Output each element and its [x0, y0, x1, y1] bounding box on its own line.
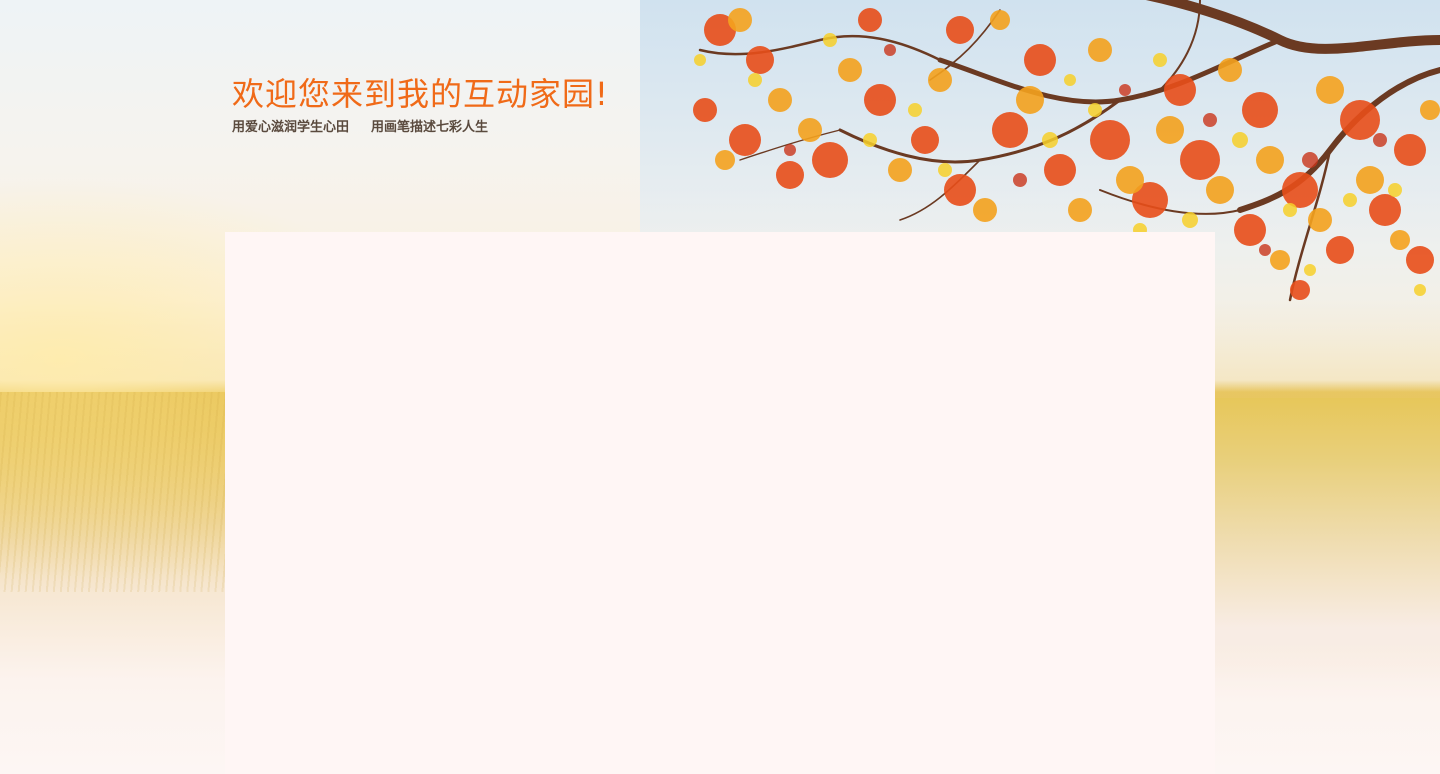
- slogan-right: 用画笔描述七彩人生: [371, 120, 489, 135]
- main-content-panel: [225, 232, 1215, 774]
- page-background: 欢迎您来到我的互动家园! 用爱心滋润学生心田 用画笔描述七彩人生: [0, 0, 1440, 774]
- slogan-line: 用爱心滋润学生心田 用画笔描述七彩人生: [232, 116, 609, 135]
- site-header: 欢迎您来到我的互动家园! 用爱心滋润学生心田 用画笔描述七彩人生: [232, 74, 609, 135]
- welcome-title: 欢迎您来到我的互动家园!: [232, 75, 609, 113]
- slogan-left: 用爱心滋润学生心田: [232, 120, 350, 135]
